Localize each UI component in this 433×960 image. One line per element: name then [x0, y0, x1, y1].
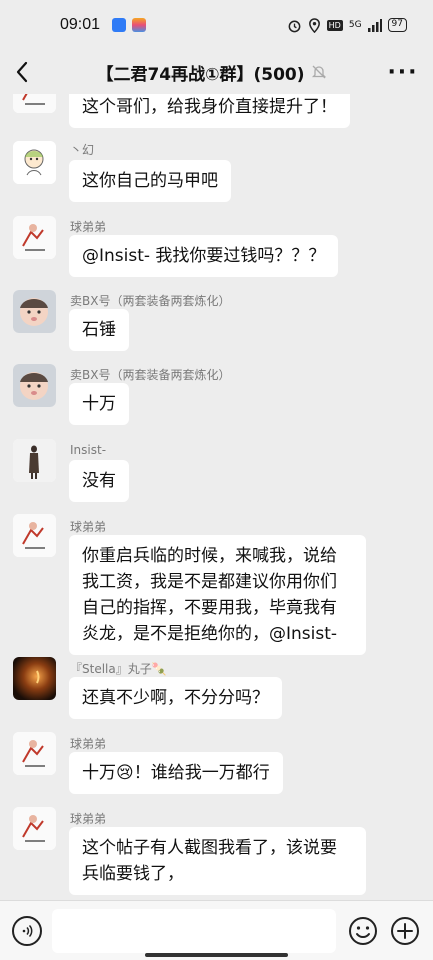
voice-icon [22, 924, 33, 938]
cartoon-girl-avatar-icon [13, 141, 56, 184]
message-bubble[interactable]: @Insist- 我找你要过钱吗？？？ [69, 235, 339, 277]
chat-title: 【二君74再战①群】(500) [44, 60, 373, 85]
app-notification-icon [112, 18, 127, 32]
avatar[interactable] [13, 514, 56, 557]
message-bubble[interactable]: 没有 [69, 460, 129, 502]
status-time: 09:01 [60, 16, 101, 33]
more-options-button[interactable]: ··· [373, 50, 433, 94]
network-label: 5G [348, 20, 362, 30]
message-list[interactable]: 这个哥们，给我身价直接提升了！ 丶幻 这你自己的马甲吧 球弟弟 @Insist-… [0, 94, 433, 900]
sender-name: 丶幻 [70, 143, 95, 157]
candle-photo-avatar-icon [13, 657, 56, 700]
cartoon-chair-avatar-icon [13, 807, 56, 850]
back-button[interactable] [0, 50, 44, 94]
sender-name: 球弟弟 [70, 812, 107, 826]
avatar[interactable] [13, 290, 56, 333]
avatar[interactable] [13, 657, 56, 700]
chat-input-bar [0, 900, 433, 960]
status-bar: 09:01 HD 5G 97 [0, 0, 433, 50]
avatar[interactable] [13, 216, 56, 259]
chat-header: 【二君74再战①群】(500) ··· [0, 50, 433, 94]
message-bubble[interactable]: 这个帖子有人截图我看了，该说要兵临要钱了， [69, 827, 366, 895]
avatar[interactable] [13, 732, 56, 775]
sender-name: 卖BX号（两套装备两套炼化） [70, 294, 231, 308]
avatar[interactable] [13, 364, 56, 407]
message-bubble[interactable]: 这个哥们，给我身价直接提升了！ [69, 94, 350, 128]
cartoon-chair-avatar-icon [13, 514, 56, 557]
battery-icon: 97 [387, 18, 407, 32]
sender-name: 『Stella』丸子🍡 [70, 662, 167, 676]
plus-icon [391, 917, 419, 945]
message-bubble[interactable]: 这你自己的马甲吧 [69, 160, 231, 202]
sender-name: 球弟弟 [70, 220, 107, 234]
sender-name: 球弟弟 [70, 737, 107, 751]
avatar[interactable] [13, 439, 56, 482]
avatar[interactable] [13, 807, 56, 850]
message-bubble[interactable]: 十万😢！谁给我一万都行 [69, 752, 283, 794]
home-indicator[interactable] [145, 953, 288, 957]
message-input[interactable] [52, 909, 336, 953]
baby-photo-avatar-icon [13, 290, 56, 333]
back-arrow-icon [16, 61, 28, 83]
location-icon [308, 17, 320, 33]
avatar[interactable] [13, 94, 56, 113]
app-notification-icon-2 [132, 18, 147, 32]
message-bubble[interactable]: 还真不少啊，不分分吗？ [69, 677, 282, 719]
status-app-icons [112, 18, 147, 32]
sender-name: 球弟弟 [70, 520, 107, 534]
status-indicators: HD 5G 97 [287, 17, 407, 33]
cartoon-chair-avatar-icon [13, 94, 56, 113]
message-bubble[interactable]: 石锤 [69, 309, 129, 351]
figure-photo-avatar-icon [13, 439, 56, 482]
signal-icon [367, 18, 382, 32]
voice-input-button[interactable] [12, 916, 42, 946]
emoji-icon [349, 917, 377, 945]
group-name: 【二君74再战①群】(500) [96, 64, 305, 85]
mute-icon [311, 64, 327, 80]
cartoon-chair-avatar-icon [13, 732, 56, 775]
hd-icon: HD [326, 19, 343, 31]
message-bubble[interactable]: 十万 [69, 383, 129, 425]
alarm-icon [288, 20, 301, 32]
sender-name: 卖BX号（两套装备两套炼化） [70, 368, 231, 382]
more-functions-button[interactable] [390, 916, 420, 946]
baby-photo-avatar-icon [13, 364, 56, 407]
cartoon-chair-avatar-icon [13, 216, 56, 259]
sender-name: Insist- [70, 443, 107, 457]
avatar[interactable] [13, 141, 56, 184]
message-bubble[interactable]: 你重启兵临的时候，来喊我，说给我工资，我是不是都建议你用你们自己的指挥，不要用我… [69, 535, 366, 655]
emoji-button[interactable] [348, 916, 378, 946]
